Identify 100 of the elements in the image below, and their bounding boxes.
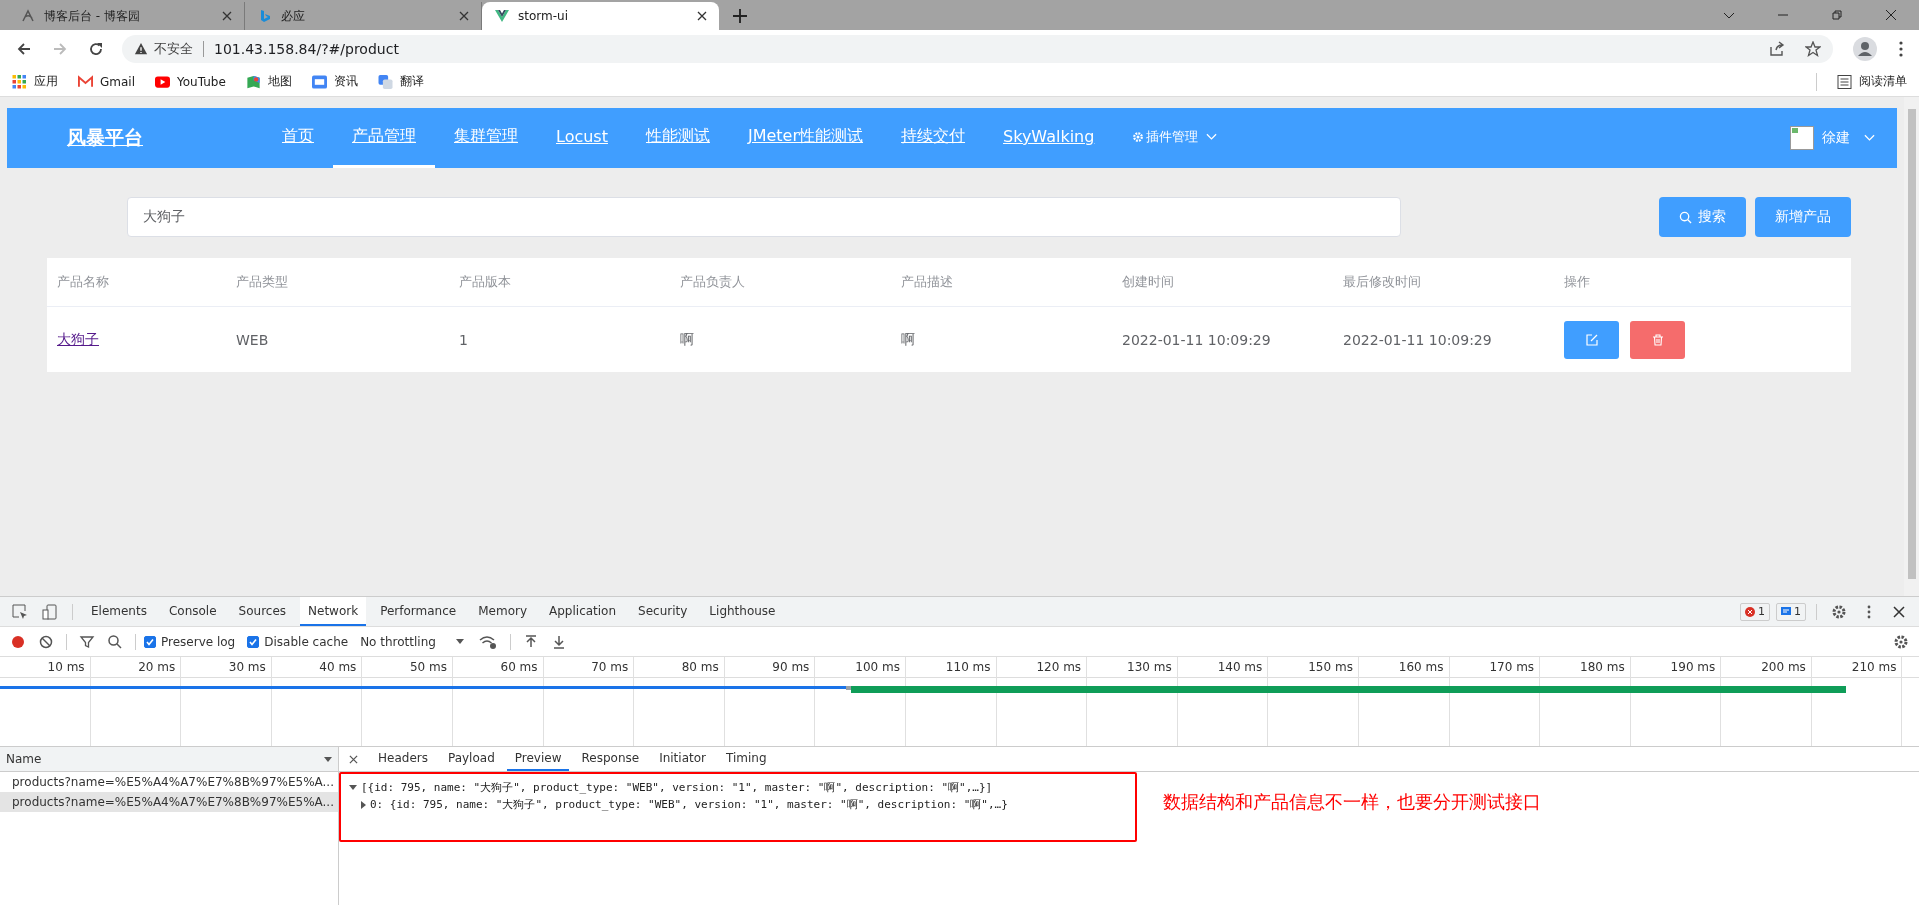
message-icon: [1781, 606, 1791, 617]
bookmark[interactable]: YouTube: [155, 74, 226, 89]
devtools-tab[interactable]: Memory: [470, 597, 535, 626]
time-tick: 110 ms: [944, 659, 992, 676]
checkmark-icon: [145, 636, 155, 647]
star-icon[interactable]: [1805, 40, 1821, 57]
profile-icon[interactable]: [1853, 36, 1877, 61]
dropdown-arrow-icon: [455, 639, 464, 644]
error-icon: [1745, 606, 1755, 617]
search-icon: [1679, 210, 1692, 224]
delete-button[interactable]: [1630, 320, 1685, 359]
column-header: 产品负责人: [679, 273, 746, 291]
time-tick: 10 ms: [46, 659, 86, 676]
reading-list-button[interactable]: 阅读清单: [1837, 73, 1907, 90]
bookmark[interactable]: 应用: [12, 73, 58, 90]
devtools-tab[interactable]: Application: [541, 597, 625, 626]
column-header: 创建时间: [1121, 273, 1175, 291]
detail-tab[interactable]: Payload: [439, 747, 503, 771]
column-header: 产品名称: [56, 273, 110, 291]
table-cell: 2022-01-11 10:09:29: [1122, 331, 1271, 348]
request-row[interactable]: products?name=%E5%A4%A7%E7%8B%97%E5%A...: [0, 792, 338, 812]
table-cell: 2022-01-11 10:09:29: [1343, 331, 1492, 348]
devtools-tab[interactable]: Console: [160, 597, 225, 626]
close-icon[interactable]: [349, 754, 358, 764]
news-icon: [311, 74, 327, 89]
bookmark[interactable]: 资讯: [311, 73, 358, 90]
column-header: 产品版本: [458, 273, 512, 291]
caret-icon: [1864, 134, 1875, 142]
devtools-tab[interactable]: Sources: [230, 597, 295, 626]
request-row[interactable]: products?name=%E5%A4%A7%E7%8B%97%E5%A...: [0, 772, 338, 792]
table-cell: 啊: [901, 330, 915, 349]
close-icon[interactable]: [222, 11, 232, 21]
address-field[interactable]: 不安全 101.43.158.84/?#/product: [122, 34, 1833, 63]
column-header: 操作: [1563, 273, 1591, 291]
json-preview-line: 0: {id: 795, name: "大狗子", product_type: "WEB", version: "1", master: "啊", description: "啊",…}: [370, 797, 1008, 812]
vue-icon: [494, 8, 510, 24]
table-cell: 啊: [680, 330, 694, 349]
error-badge[interactable]: 1: [1740, 602, 1770, 621]
broken-image-icon: [1790, 126, 1814, 150]
close-icon[interactable]: [1885, 9, 1897, 21]
browser-tab[interactable]: storm-ui: [482, 2, 719, 30]
time-tick: 50 ms: [408, 659, 448, 676]
devtools-tab[interactable]: Lighthouse: [701, 597, 784, 626]
bookmark[interactable]: 翻译: [377, 73, 424, 90]
security-label: 不安全: [154, 39, 193, 58]
close-icon[interactable]: [697, 11, 707, 21]
sort-arrow-icon[interactable]: [324, 756, 332, 762]
time-tick: 40 ms: [318, 659, 358, 676]
time-tick: 120 ms: [1035, 659, 1083, 676]
devtools-tab[interactable]: Network: [300, 597, 367, 626]
time-tick: 60 ms: [499, 659, 539, 676]
column-header: 最后修改时间: [1342, 273, 1422, 291]
gear-icon: [1132, 130, 1145, 143]
detail-tab[interactable]: Preview: [506, 747, 570, 771]
new-tab-icon[interactable]: [733, 9, 747, 23]
list-icon: [1837, 74, 1852, 89]
edit-icon: [1585, 333, 1598, 346]
restore-icon[interactable]: [1831, 9, 1843, 21]
bookmark[interactable]: 地图: [245, 73, 292, 90]
time-tick: 180 ms: [1579, 659, 1626, 676]
message-badge[interactable]: 1: [1776, 602, 1806, 621]
caret-icon: [1206, 132, 1218, 141]
browser-tab[interactable]: 博客后台 - 博客园: [8, 2, 245, 30]
detail-tab[interactable]: Headers: [370, 747, 436, 771]
time-tick: 140 ms: [1216, 659, 1264, 676]
time-tick: 190 ms: [1669, 659, 1717, 676]
disclosure-triangle-icon[interactable]: [361, 800, 366, 809]
time-tick: 100 ms: [854, 659, 901, 676]
product-link[interactable]: 大狗子: [57, 330, 99, 349]
time-tick: 90 ms: [771, 659, 811, 676]
disclosure-triangle-icon[interactable]: [349, 785, 357, 790]
option-checkbox[interactable]: Disable cache: [247, 634, 349, 649]
translate-icon: [377, 74, 393, 89]
checkmark-icon: [248, 636, 259, 647]
annotation-text: 数据结构和产品信息不一样，也要分开测试接口: [1163, 790, 1541, 814]
time-tick: 170 ms: [1488, 659, 1536, 676]
devtools-tab[interactable]: Elements: [83, 597, 155, 626]
edit-button[interactable]: [1564, 320, 1619, 359]
time-tick: 200 ms: [1760, 659, 1807, 676]
column-header: 产品描述: [900, 273, 954, 291]
devtools-tab[interactable]: Performance: [372, 597, 465, 626]
apps-grid-icon: [12, 74, 27, 89]
table-cell: WEB: [236, 331, 269, 348]
scrollbar[interactable]: [1904, 97, 1919, 596]
play-icon: [155, 74, 170, 89]
table-cell: 1: [459, 331, 468, 348]
detail-tab[interactable]: Timing: [718, 747, 775, 771]
detail-tab[interactable]: Initiator: [651, 747, 714, 771]
close-icon[interactable]: [459, 11, 469, 21]
envelope-icon: [78, 74, 93, 89]
column-header: Name: [6, 752, 42, 766]
devtools-tab[interactable]: Security: [630, 597, 696, 626]
share-icon[interactable]: [1769, 40, 1785, 57]
time-tick: 150 ms: [1307, 659, 1354, 676]
throttling-dropdown[interactable]: No throttling: [360, 634, 464, 649]
option-checkbox[interactable]: Preserve log: [144, 634, 236, 649]
search-field[interactable]: 大狗子: [127, 197, 1401, 237]
kebab-menu-icon[interactable]: [1899, 40, 1903, 57]
detail-tab[interactable]: Response: [573, 747, 648, 771]
bookmark[interactable]: Gmail: [78, 74, 135, 89]
